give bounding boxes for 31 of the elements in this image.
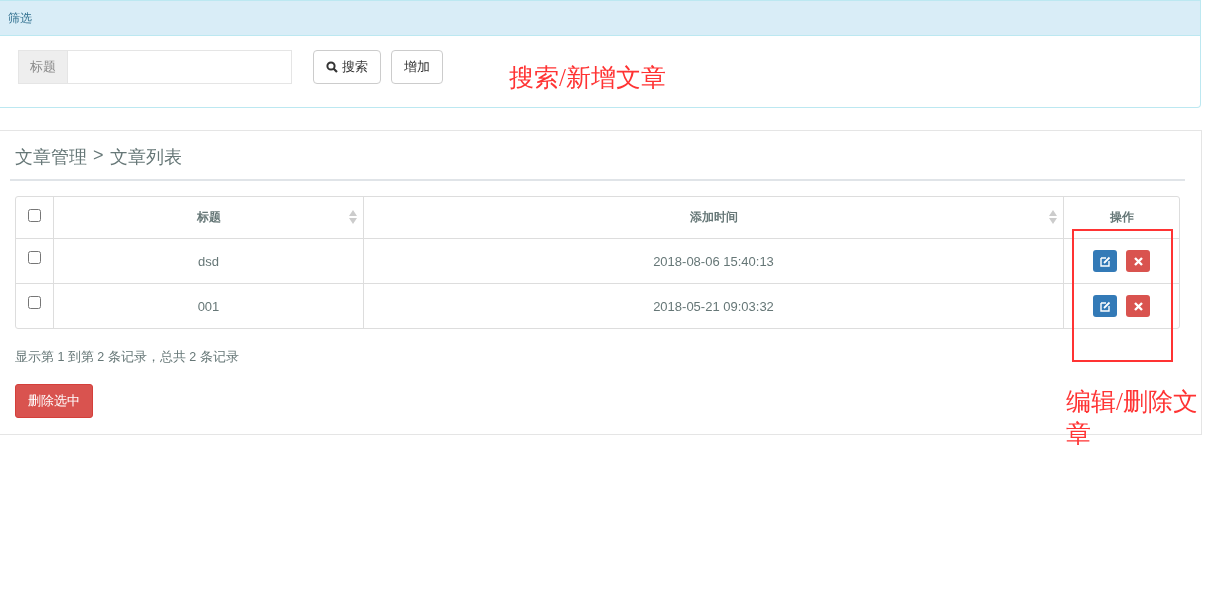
edit-icon <box>1099 255 1111 267</box>
close-icon <box>1133 301 1143 311</box>
pagination-summary: 显示第 1 到第 2 条记录，总共 2 条记录 <box>15 349 240 366</box>
breadcrumb-item: 文章列表 <box>109 146 182 169</box>
close-icon <box>1133 256 1143 266</box>
table-cell: 001 <box>197 298 220 314</box>
breadcrumb-item[interactable]: 文章管理 <box>15 145 87 169</box>
delete-selected-button[interactable]: 删除选中 <box>15 384 93 418</box>
delete-button[interactable] <box>1126 295 1150 317</box>
column-header[interactable]: 添加时间 <box>689 209 738 226</box>
breadcrumb-separator: > <box>93 145 104 167</box>
column-header[interactable]: 标题 <box>196 209 221 226</box>
delete-button[interactable] <box>1126 250 1150 272</box>
table-cell: 2018-05-21 09:03:32 <box>653 298 774 314</box>
edit-button[interactable] <box>1093 250 1117 272</box>
edit-button[interactable] <box>1093 295 1117 317</box>
select-all-checkbox[interactable] <box>28 209 41 222</box>
search-button[interactable]: 搜索 <box>313 50 381 84</box>
add-button[interactable]: 增加 <box>391 50 443 84</box>
table-cell: 2018-08-06 15:40:13 <box>653 253 774 269</box>
annotation-text: 编辑/删除文章 <box>1066 387 1199 449</box>
table-cell: dsd <box>198 253 219 269</box>
search-field[interactable]: 标题 <box>18 50 292 84</box>
search-icon <box>326 61 338 73</box>
edit-icon <box>1099 300 1111 312</box>
row-checkbox[interactable] <box>28 251 41 264</box>
row-checkbox[interactable] <box>28 296 41 309</box>
panel-title: 筛选 <box>0 1 1200 36</box>
column-header: 操作 <box>1109 209 1134 226</box>
field-label: 标题 <box>19 51 68 83</box>
annotation-text: 搜索/新增文章 <box>509 63 666 93</box>
